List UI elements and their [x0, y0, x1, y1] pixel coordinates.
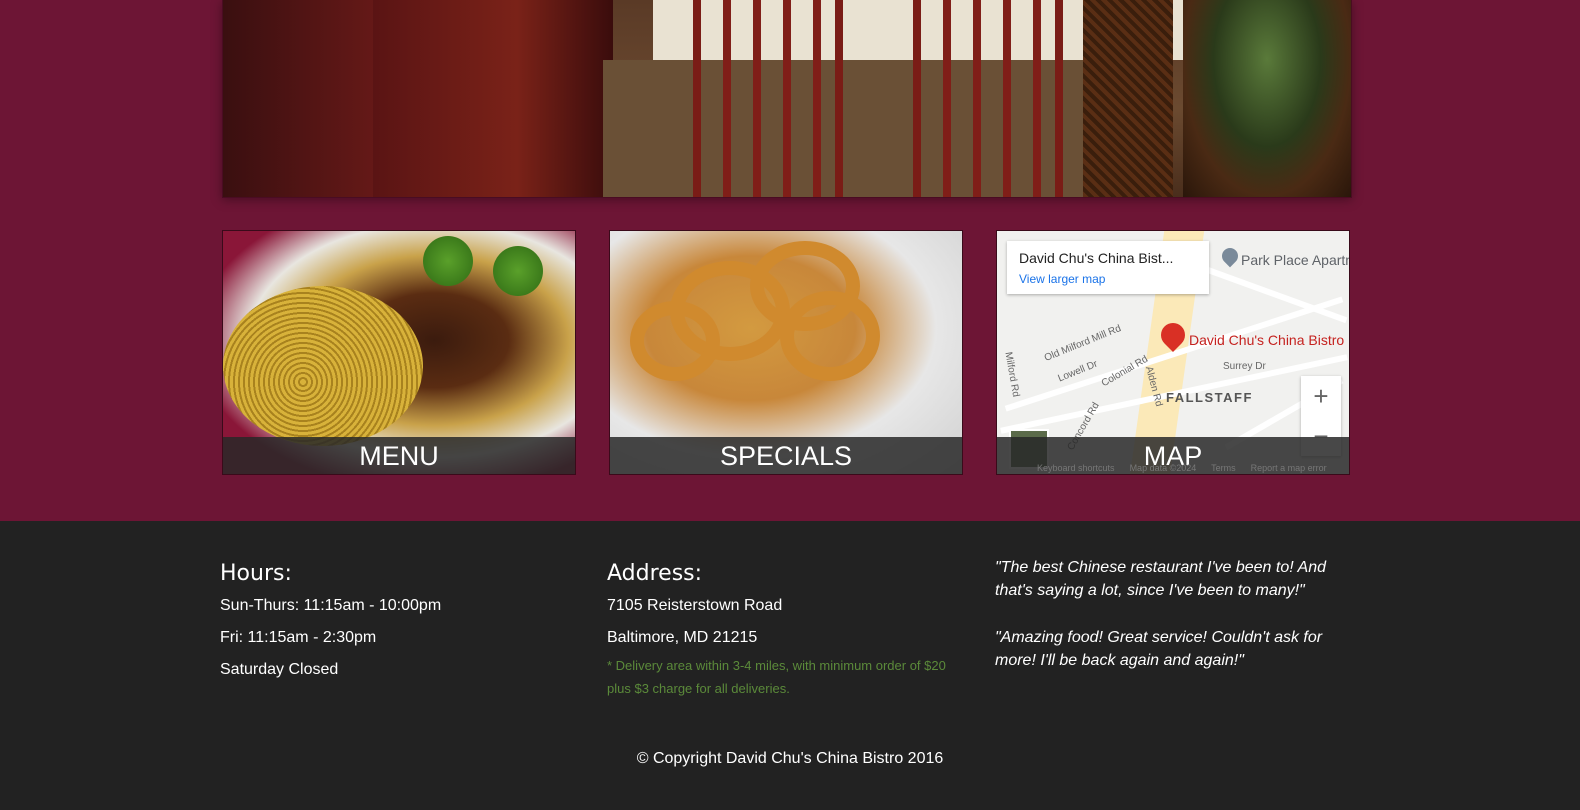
map-data-attribution: Map data ©2024 — [1129, 463, 1197, 473]
delivery-note: * Delivery area within 3-4 miles, with m… — [607, 658, 946, 696]
map-info-card: David Chu's China Bist... View larger ma… — [1007, 241, 1209, 294]
address-heading: Address: — [607, 561, 703, 586]
hours-heading: Hours: — [220, 561, 292, 586]
testimonial-quote: "Amazing food! Great service! Couldn't a… — [995, 629, 1323, 669]
poi-label[interactable]: Park Place Apartm — [1241, 252, 1349, 268]
poi-pin-icon — [1218, 244, 1242, 268]
specials-tile[interactable]: SPECIALS — [609, 230, 963, 475]
map-place-title: David Chu's China Bist... — [1019, 250, 1174, 266]
report-map-error-link[interactable]: Report a map error — [1251, 463, 1327, 473]
terms-link[interactable]: Terms — [1211, 463, 1236, 473]
hours-line: Saturday Closed — [220, 661, 339, 678]
hours-line: Sun-Thurs: 11:15am - 10:00pm — [220, 597, 442, 614]
view-larger-map-link[interactable]: View larger map — [1019, 272, 1105, 286]
map-footer-links: Keyboard shortcuts Map data ©2024 Terms … — [1037, 463, 1327, 473]
hours-section: Hours: Sun-Thurs: 11:15am - 10:00pm Fri:… — [220, 561, 441, 692]
hours-line: Fri: 11:15am - 2:30pm — [220, 629, 377, 646]
address-line: 7105 Reisterstown Road — [607, 597, 783, 614]
content-area: MENU SPECIALS Old Milford Mill Rd Lowell… — [0, 0, 1580, 521]
map-pin-label[interactable]: David Chu's China Bistro — [1189, 332, 1344, 348]
menu-tile[interactable]: MENU — [222, 230, 576, 475]
address-section: Address: 7105 Reisterstown Road Baltimor… — [607, 561, 957, 700]
keyboard-shortcuts-link[interactable]: Keyboard shortcuts — [1037, 463, 1115, 473]
menu-tile-label: MENU — [223, 437, 575, 474]
menu-food-image — [223, 286, 423, 446]
street-label: Old Milford Mill Rd — [1042, 323, 1123, 364]
copyright-text: © Copyright David Chu's China Bistro 201… — [636, 750, 944, 767]
address-line: Baltimore, MD 21215 — [607, 629, 758, 646]
testimonial-quote: "The best Chinese restaurant I've been t… — [995, 559, 1327, 599]
map-tile[interactable]: Old Milford Mill Rd Lowell Dr Colonial R… — [996, 230, 1350, 475]
zoom-in-button[interactable]: + — [1301, 376, 1341, 416]
site-footer: Hours: Sun-Thurs: 11:15am - 10:00pm Fri:… — [0, 521, 1580, 810]
street-label: Milford Rd — [1002, 351, 1022, 398]
district-label: FALLSTAFF — [1166, 390, 1253, 405]
restaurant-interior-photo — [222, 0, 1352, 198]
specials-tile-label: SPECIALS — [610, 437, 962, 474]
testimonials-section: "The best Chinese restaurant I've been t… — [995, 556, 1335, 696]
street-label: Surrey Dr — [1223, 361, 1266, 372]
